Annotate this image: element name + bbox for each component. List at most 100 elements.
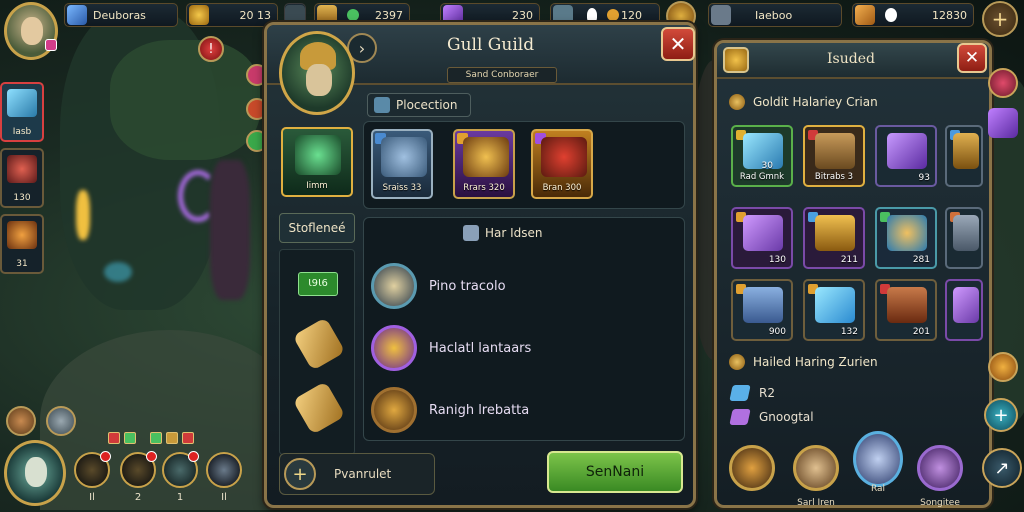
hero-card-label: Bran 300 bbox=[542, 183, 582, 193]
inventory-item[interactable]: 900 bbox=[731, 279, 793, 341]
purple-gem-icon bbox=[953, 287, 979, 323]
reward-tag[interactable]: Ɩ9Ɩ6 bbox=[298, 272, 338, 296]
resource-chest[interactable]: Iaeboo bbox=[708, 3, 842, 27]
treasure-chest-icon bbox=[815, 215, 855, 251]
inventory-item[interactable]: 30 Rad Gmnk bbox=[731, 125, 793, 187]
book-icon bbox=[463, 225, 479, 241]
list-item-label: Pino tracolo bbox=[429, 278, 506, 294]
skill-slot[interactable]: Il bbox=[206, 452, 242, 503]
skill-slot[interactable]: 1 bbox=[162, 451, 199, 503]
ice-crystal-icon bbox=[815, 287, 855, 323]
inventory-item[interactable]: 130 bbox=[731, 207, 793, 269]
item-count: 93 bbox=[918, 173, 930, 183]
blue-gift-icon bbox=[743, 287, 783, 323]
buff-icon bbox=[182, 432, 194, 444]
item-count: 211 bbox=[840, 255, 858, 265]
guild-panel: › Gull Guild Sand Conboraer ✕ Plocection… bbox=[264, 22, 696, 508]
resource-coins[interactable]: 12830 bbox=[852, 3, 974, 27]
inventory-item[interactable]: 211 bbox=[803, 207, 865, 269]
hero-slot[interactable]: Sarl Iren bbox=[793, 445, 839, 508]
resource-gems[interactable]: Deuboras bbox=[64, 3, 178, 27]
red-chest-icon bbox=[887, 287, 927, 323]
hero-card[interactable]: Sraiss 33 bbox=[371, 129, 433, 199]
featured-hero-card[interactable]: Iimm bbox=[281, 127, 353, 197]
inventory-item[interactable] bbox=[945, 125, 983, 187]
item-caption: Rad Gmnk bbox=[739, 172, 785, 182]
skill-label: Il bbox=[221, 492, 227, 503]
guild-leader-portrait[interactable] bbox=[279, 31, 355, 115]
confirm-button[interactable]: SenNani bbox=[547, 451, 683, 493]
skill-slot[interactable]: 2 bbox=[120, 451, 157, 503]
hero-card[interactable]: Rrars 320 bbox=[453, 129, 515, 199]
list-item[interactable]: Pino tracolo bbox=[371, 261, 671, 311]
hero-portrait-icon bbox=[7, 155, 37, 183]
hero-slot-label: Sarl Iren bbox=[797, 498, 835, 508]
resource-gold-value: 20 13 bbox=[239, 8, 272, 22]
cursor-icon[interactable]: ↗ bbox=[982, 448, 1022, 488]
inventory-item[interactable] bbox=[945, 207, 983, 269]
gold-coins-icon bbox=[371, 325, 417, 371]
buff-icon bbox=[124, 432, 136, 444]
emblem-slot[interactable] bbox=[729, 445, 775, 491]
item-count: 132 bbox=[840, 327, 858, 337]
inventory-item[interactable] bbox=[945, 279, 983, 341]
plus-icon[interactable]: + bbox=[984, 398, 1018, 432]
dark-warrior-figure[interactable] bbox=[210, 160, 250, 300]
scroll-icon[interactable] bbox=[292, 381, 346, 435]
blue-gem-icon bbox=[729, 385, 751, 401]
plus-icon[interactable]: + bbox=[284, 458, 316, 490]
gem-button[interactable] bbox=[988, 108, 1018, 138]
left-slot[interactable]: 31 bbox=[0, 214, 44, 274]
item-count: 201 bbox=[912, 327, 930, 337]
hero-slot[interactable]: Songitee bbox=[917, 445, 963, 508]
resource-potion-value: 120 bbox=[621, 8, 642, 22]
list-item[interactable]: Ranigh lrebatta bbox=[371, 385, 671, 435]
box-icon bbox=[855, 5, 875, 25]
chest-icon bbox=[815, 133, 855, 169]
tab-sidebar[interactable]: Stofleneé bbox=[279, 213, 355, 243]
resource-gold[interactable]: 20 13 bbox=[186, 3, 278, 27]
list-item-label: Haclatl lantaars bbox=[429, 340, 532, 356]
chest-button[interactable] bbox=[988, 352, 1018, 382]
buff-icon bbox=[108, 432, 120, 444]
section-label: Hailed Haring Zurien bbox=[753, 355, 878, 369]
hero-slot[interactable]: Ral bbox=[853, 431, 903, 494]
skill-alert-dot bbox=[188, 451, 199, 462]
magic-chest-icon bbox=[887, 215, 927, 251]
shield-button[interactable] bbox=[46, 406, 76, 436]
inventory-item[interactable]: 201 bbox=[875, 279, 937, 341]
player-avatar[interactable] bbox=[4, 2, 58, 60]
gold-box-icon bbox=[953, 133, 979, 169]
hero-slot-label: Songitee bbox=[920, 498, 960, 508]
left-slot[interactable]: Iasb bbox=[0, 82, 44, 142]
close-button[interactable]: ✕ bbox=[661, 27, 695, 61]
hero-face bbox=[25, 457, 47, 487]
resource-line-label: R2 bbox=[759, 386, 775, 400]
guild-name-field[interactable]: + Pvanrulet bbox=[279, 453, 435, 495]
section-protection[interactable]: Plocection bbox=[367, 93, 471, 117]
skill-slot[interactable]: Il bbox=[74, 451, 111, 503]
left-slot[interactable]: 130 bbox=[0, 148, 44, 208]
resource-gems-value: Deuboras bbox=[93, 8, 146, 22]
inventory-item[interactable]: Bitrabs 3 bbox=[803, 125, 865, 187]
buff-icon bbox=[166, 432, 178, 444]
add-resource-button[interactable]: + bbox=[982, 1, 1018, 37]
alert-button[interactable]: ! bbox=[198, 36, 224, 62]
blade-icon bbox=[953, 215, 979, 251]
scroll-icon[interactable] bbox=[292, 317, 346, 371]
item-count: 30 bbox=[761, 161, 773, 171]
inventory-item[interactable]: 93 bbox=[875, 125, 937, 187]
coin-icon bbox=[607, 9, 619, 21]
hero-portrait[interactable] bbox=[4, 440, 66, 506]
rose-button[interactable] bbox=[988, 68, 1018, 98]
close-button[interactable]: ✕ bbox=[957, 43, 987, 73]
inventory-item[interactable]: 281 bbox=[875, 207, 937, 269]
buff-icon bbox=[150, 432, 162, 444]
leader-face bbox=[306, 64, 332, 96]
inventory-item[interactable]: 132 bbox=[803, 279, 865, 341]
hero-card[interactable]: Bran 300 bbox=[531, 129, 593, 199]
emblem-button[interactable] bbox=[6, 406, 36, 436]
left-slot-label: Iasb bbox=[12, 127, 32, 137]
list-item[interactable]: Haclatl lantaars bbox=[371, 323, 671, 373]
featured-hero-label: Iimm bbox=[306, 181, 328, 191]
